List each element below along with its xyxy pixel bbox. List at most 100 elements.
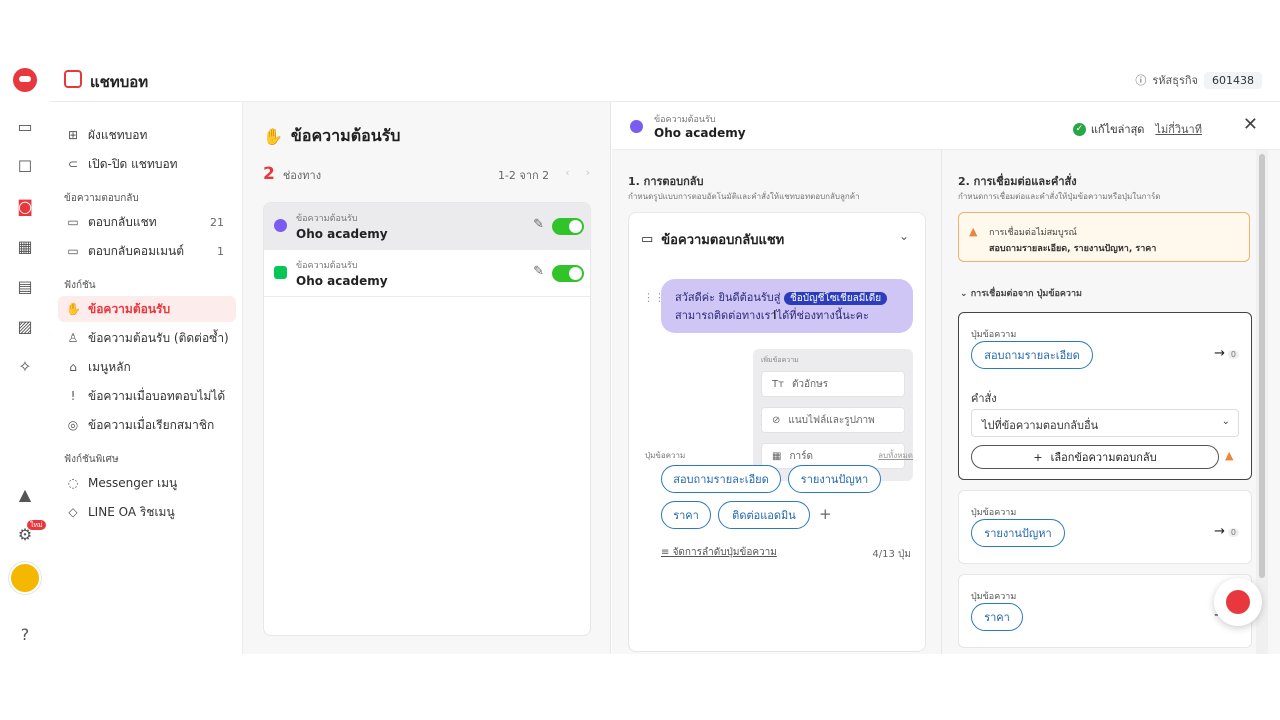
manage-order-text: จัดการลำดับปุ่มข้อความ: [672, 547, 777, 558]
message-bubble[interactable]: สวัสดีค่ะ ยินดีต้อนรับสู่ ชื่อบัญชีโซเชี…: [661, 279, 913, 333]
pagination-text: 1-2 จาก 2: [497, 169, 550, 182]
list-item[interactable]: ข้อความต้อนรับ Oho academy ✎: [264, 250, 590, 297]
bubble-text: สวัสดีค่ะ ยินดีต้อนรับสู่: [675, 291, 781, 304]
contacts-icon[interactable]: ☐: [13, 154, 37, 178]
select-reply-button[interactable]: + เลือกข้อความตอบกลับ: [971, 445, 1219, 469]
save-status: ✓ แก้ไขล่าสุด ไม่กี่วินาที: [1072, 120, 1202, 138]
connection-count: 0: [1227, 528, 1239, 537]
info-icon: ⓘ: [1135, 74, 1147, 87]
channel-count: 2 ช่องทาง: [263, 164, 321, 184]
warning-icon: ▲: [1225, 449, 1234, 462]
page-title: แชทบอท: [90, 73, 149, 91]
chat-icon[interactable]: ▭: [13, 114, 37, 138]
channel-count-label: ช่องทาง: [282, 169, 322, 182]
scrollbar[interactable]: [1256, 150, 1268, 654]
dashboard-icon[interactable]: ▦: [13, 234, 37, 258]
messenger-icon: [274, 219, 287, 232]
chat-support-button[interactable]: [1214, 578, 1262, 626]
bot-icon[interactable]: ◙: [13, 194, 37, 218]
menu-item-label: ตอบกลับแชท: [88, 214, 157, 229]
business-id-code[interactable]: 601438: [1204, 71, 1262, 89]
menu-item-chat-reply[interactable]: ▭ ตอบกลับแชท 21: [58, 209, 236, 235]
detail-body: 1. การตอบกลับ กำหนดรูปแบบการตอบอัตโนมัติ…: [612, 150, 1280, 654]
broadcast-icon[interactable]: ▤: [13, 274, 37, 298]
warning-detail: สอบถามรายละเอียด, รายงานปัญหา, ราคา: [989, 244, 1157, 254]
menu-item-fallback[interactable]: ! ข้อความเมื่อบอทตอบไม่ได้: [58, 383, 236, 409]
connection-button[interactable]: ราคา: [971, 603, 1023, 631]
connection-from[interactable]: ⌄ การเชื่อมต่อจาก ปุ่มข้อความ: [960, 286, 1082, 300]
chat-reply-card-title-text: ข้อความตอบกลับแชท: [661, 233, 785, 248]
variable-tag[interactable]: ชื่อบัญชีโซเชียลมีเดีย: [784, 292, 888, 305]
connection-section-desc: กำหนดการเชื่อมต่อและคำสั่งให้ปุ่มข้อความ…: [958, 192, 1161, 201]
menu-item-label: เมนูหลัก: [88, 359, 131, 374]
menu-item-messenger-menu[interactable]: ◌ Messenger เมนู: [58, 470, 236, 496]
command-select[interactable]: ไปที่ข้อความตอบกลับอื่น ⌄: [971, 409, 1239, 437]
warning-box: ▲ การเชื่อมต่อไม่สมบูรณ์ สอบถามรายละเอีย…: [958, 212, 1250, 262]
list-item[interactable]: ข้อความต้อนรับ Oho academy ✎: [264, 203, 590, 250]
enable-toggle[interactable]: [552, 218, 584, 235]
home-icon: ⌂: [69, 360, 77, 374]
connection-card[interactable]: ปุ่มข้อความ สอบถามรายละเอียด → 0 คำสั่ง …: [958, 312, 1252, 480]
next-page-icon[interactable]: ›: [586, 166, 590, 184]
attachment-icon: ⊘: [772, 414, 781, 426]
insert-file-label: แนบไฟล์และรูปภาพ: [788, 414, 875, 426]
help-icon[interactable]: ?: [13, 622, 37, 646]
prev-page-icon[interactable]: ‹: [565, 166, 569, 184]
save-status-time[interactable]: ไม่กี่วินาที: [1155, 120, 1202, 138]
edit-icon[interactable]: ✎: [533, 217, 544, 232]
list-title-text: ข้อความต้อนรับ: [290, 126, 401, 145]
menu-section-special: ฟังก์ชันพิเศษ: [64, 454, 119, 465]
connection-button[interactable]: สอบถามรายละเอียด: [971, 341, 1093, 369]
enable-toggle[interactable]: [552, 265, 584, 282]
menu-item-welcome[interactable]: ✋ ข้อความต้อนรับ: [58, 296, 236, 322]
connection-section-title: 2. การเชื่อมต่อและคำสั่ง: [958, 175, 1077, 188]
menu-item-comment-reply[interactable]: ▭ ตอบกลับคอมเมนต์ 1: [58, 238, 236, 264]
pagination: 1-2 จาก 2 ‹ ›: [498, 166, 590, 184]
menu-item-label: ตอบกลับคอมเมนต์: [88, 243, 185, 258]
menu-item-call-member[interactable]: ◎ ข้อความเมื่อเรียกสมาชิก: [58, 412, 236, 438]
menu-item-flow[interactable]: ⊞ ผังแชทบอท: [58, 122, 236, 148]
command-select-value: ไปที่ข้อความตอบกลับอื่น: [982, 419, 1099, 432]
quick-button[interactable]: สอบถามรายละเอียด: [661, 465, 781, 493]
quick-button[interactable]: รายงานปัญหา: [788, 465, 881, 493]
insert-text-button[interactable]: Tт ตัวอักษร: [761, 371, 905, 397]
menu-item-toggle-bot[interactable]: ⊂ เปิด-ปิด แชทบอท: [58, 151, 236, 177]
insert-file-button[interactable]: ⊘ แนบไฟล์และรูปภาพ: [761, 407, 905, 433]
edit-icon[interactable]: ✎: [533, 264, 544, 279]
menu-item-welcome-repeat[interactable]: ♙ ข้อความต้อนรับ (ติดต่อซ้ำ): [58, 325, 236, 351]
user-circle-icon: ◎: [67, 418, 79, 432]
connection-card[interactable]: ปุ่มข้อความ รายงานปัญหา → 0: [958, 490, 1252, 564]
connection-card-label: ปุ่มข้อความ: [971, 330, 1017, 340]
welcome-list-panel: ✋ ข้อความต้อนรับ 2 ช่องทาง 1-2 จาก 2 ‹ ›…: [243, 102, 611, 654]
connection-card-label: ปุ่มข้อความ: [971, 592, 1017, 602]
connection-from-label: การเชื่อมต่อจาก ปุ่มข้อความ: [970, 289, 1082, 299]
list-item-name: Oho academy: [296, 274, 388, 288]
detail-header: ข้อความต้อนรับ Oho academy ✓ แก้ไขล่าสุด…: [612, 102, 1280, 150]
menu-item-line-richmenu[interactable]: ◇ LINE OA ริชเมนู: [58, 499, 236, 525]
chat-reply-card: ▭ ข้อความตอบกลับแชท ⌄ ⋮⋮ สวัสดีค่ะ ยินดี…: [628, 212, 926, 652]
close-icon[interactable]: ✕: [1243, 114, 1258, 135]
manage-order-link[interactable]: ≡ จัดการลำดับปุ่มข้อความ: [661, 545, 777, 560]
plus-icon: +: [1033, 450, 1043, 464]
delete-all-link[interactable]: ลบทั้งหมด: [878, 449, 913, 462]
avatar[interactable]: [9, 562, 41, 594]
ai-sparkle-icon[interactable]: ✧: [13, 354, 37, 378]
media-icon[interactable]: ▨: [13, 314, 37, 338]
academy-icon[interactable]: ▲: [13, 482, 37, 506]
logo-icon[interactable]: [13, 68, 37, 92]
connection-card[interactable]: ปุ่มข้อความ ราคา →: [958, 574, 1252, 648]
insert-text-label: ตัวอักษร: [791, 378, 829, 390]
add-button-icon[interactable]: +: [819, 505, 832, 523]
wave-hand-icon: ✋: [263, 127, 283, 146]
chevron-down-icon[interactable]: ⌄: [899, 229, 909, 243]
chevron-down-icon: ⌄: [960, 289, 971, 299]
menu-item-label: ข้อความเมื่อบอทตอบไม่ได้: [88, 388, 226, 403]
icon-rail: ▭ ☐ ◙ ▦ ▤ ▨ ✧ ▲ ⚙ ใหม่ ?: [0, 58, 50, 654]
connection-button[interactable]: รายงานปัญหา: [971, 519, 1065, 547]
quick-button[interactable]: ติดต่อแอดมิน: [718, 501, 810, 529]
list-item-sub: ข้อความต้อนรับ: [296, 214, 358, 224]
chat-reply-icon: ▭: [67, 215, 79, 229]
menu-item-main-menu[interactable]: ⌂ เมนูหลัก: [58, 354, 236, 380]
quick-button[interactable]: ราคา: [661, 501, 711, 529]
list-icon: ≡: [661, 547, 673, 558]
